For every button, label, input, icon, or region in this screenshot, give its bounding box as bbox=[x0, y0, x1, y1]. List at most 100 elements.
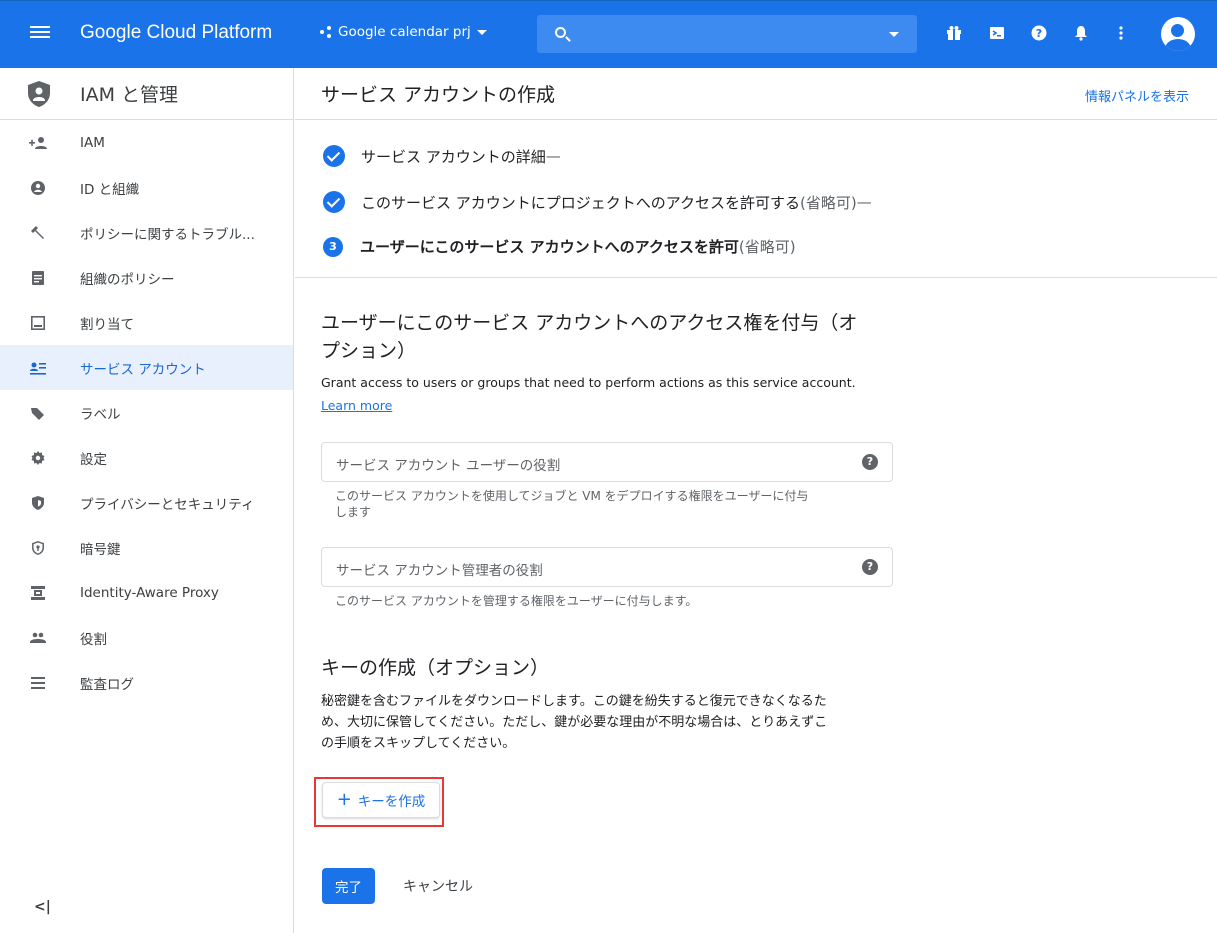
brand-title[interactable]: Google Cloud Platform bbox=[80, 22, 272, 44]
check-circle-icon bbox=[323, 145, 345, 167]
grant-title-line-1: ユーザーにこのサービス アカウントへのアクセス権を付与（オ bbox=[321, 312, 858, 334]
learn-more-link[interactable]: Learn more bbox=[321, 398, 392, 413]
search-dropdown-icon[interactable] bbox=[889, 32, 899, 37]
collapse-sidebar-icon[interactable]: <| bbox=[34, 899, 51, 915]
done-button[interactable]: 完了 bbox=[322, 868, 375, 904]
account-circle-icon bbox=[28, 178, 48, 198]
proxy-icon bbox=[28, 583, 48, 603]
cloud-shell-icon[interactable] bbox=[989, 25, 1005, 41]
step-label: このサービス アカウントにプロジェクトへのアクセスを許可する bbox=[361, 193, 801, 212]
key-shield-icon bbox=[28, 538, 48, 558]
key-desc-line-3: の手順をスキップしてください。 bbox=[321, 736, 516, 751]
quota-icon bbox=[28, 313, 48, 333]
sidebar-header: IAM と管理 bbox=[0, 68, 293, 120]
sidebar-item-label: IAM bbox=[80, 134, 105, 151]
hamburger-menu-icon[interactable] bbox=[30, 23, 50, 43]
sidebar-item-org-policies[interactable]: 組織のポリシー bbox=[0, 255, 293, 300]
field-placeholder: サービス アカウント管理者の役割 bbox=[336, 563, 543, 579]
add-person-icon bbox=[28, 133, 48, 153]
account-avatar-icon[interactable] bbox=[1161, 17, 1195, 51]
main-content: サービス アカウントの作成 情報パネルを表示 サービス アカウントの詳細 — こ… bbox=[295, 68, 1217, 933]
hint-line-1: このサービス アカウントを使用してジョブと VM をデプロイする権限をユーザーに… bbox=[335, 489, 809, 503]
step-optional: (省略可) bbox=[800, 193, 857, 212]
sidebar-item-label: 役割 bbox=[80, 631, 107, 648]
notifications-icon[interactable] bbox=[1073, 25, 1089, 41]
grant-title-line-2: プション） bbox=[321, 340, 417, 362]
step-2[interactable]: このサービス アカウントにプロジェクトへのアクセスを許可する (省略可) — bbox=[323, 191, 872, 213]
sidebar-item-policy-troubleshooter[interactable]: ポリシーに関するトラブル... bbox=[0, 210, 293, 255]
create-key-button[interactable]: + キーを作成 bbox=[322, 782, 440, 818]
key-desc-line-2: め、大切に保管してください。ただし、鍵が必要な理由が不明な場合は、とりあえずこ bbox=[321, 715, 828, 730]
step-suffix: — bbox=[545, 147, 561, 165]
step-1[interactable]: サービス アカウントの詳細 — bbox=[323, 145, 561, 167]
project-dots-icon bbox=[320, 25, 332, 39]
sidebar-item-label: ID と組織 bbox=[80, 181, 140, 198]
grant-section-title: ユーザーにこのサービス アカウントへのアクセス権を付与（オ プション） bbox=[321, 309, 857, 365]
plus-icon: + bbox=[336, 789, 352, 810]
iam-shield-icon bbox=[28, 81, 50, 107]
sidebar-item-label: ラベル bbox=[80, 406, 121, 423]
hint-line-2: します bbox=[335, 505, 372, 519]
wrench-icon bbox=[28, 223, 48, 243]
sidebar-item-label: 組織のポリシー bbox=[80, 271, 175, 288]
search-icon bbox=[555, 27, 566, 38]
service-account-admin-role-field[interactable]: サービス アカウント管理者の役割 ? bbox=[321, 547, 893, 587]
top-app-bar: Google Cloud Platform Google calendar pr… bbox=[0, 0, 1217, 68]
sidebar-title: IAM と管理 bbox=[80, 84, 179, 106]
sidebar-item-label: 割り当て bbox=[80, 316, 134, 333]
sidebar-item-label: ポリシーに関するトラブル... bbox=[80, 226, 255, 243]
document-icon bbox=[28, 268, 48, 288]
field-hint: このサービス アカウントを管理する権限をユーザーに付与します。 bbox=[335, 594, 698, 608]
shield-icon bbox=[28, 493, 48, 513]
sidebar-item-label: 監査ログ bbox=[80, 676, 134, 693]
step-label: ユーザーにこのサービス アカウントへのアクセスを許可 bbox=[360, 238, 739, 256]
gift-icon[interactable] bbox=[946, 25, 962, 41]
chevron-down-icon bbox=[476, 29, 487, 35]
key-section-description: 秘密鍵を含むファイルをダウンロードします。この鍵を紛失すると復元できなくなるた … bbox=[321, 691, 896, 754]
check-circle-icon bbox=[323, 191, 345, 213]
sidebar-item-settings[interactable]: 設定 bbox=[0, 435, 293, 480]
step-3[interactable]: 3 ユーザーにこのサービス アカウントへのアクセスを許可 (省略可) bbox=[323, 236, 796, 257]
sidebar-item-iam[interactable]: IAM bbox=[0, 120, 293, 165]
grant-description: Grant access to users or groups that nee… bbox=[321, 375, 856, 390]
sidebar-item-cryptographic-keys[interactable]: 暗号鍵 bbox=[0, 525, 293, 570]
help-icon[interactable]: ? bbox=[1031, 25, 1047, 41]
sidebar-item-label: Identity-Aware Proxy bbox=[80, 584, 219, 601]
more-vert-icon[interactable] bbox=[1113, 25, 1129, 41]
search-bar[interactable] bbox=[537, 15, 917, 53]
field-placeholder: サービス アカウント ユーザーの役割 bbox=[336, 458, 561, 474]
key-section-title: キーの作成（オプション） bbox=[321, 657, 550, 679]
service-account-icon bbox=[28, 358, 48, 378]
sidebar-item-label: 設定 bbox=[80, 451, 107, 468]
sidebar-item-roles[interactable]: 役割 bbox=[0, 615, 293, 660]
page-header: サービス アカウントの作成 情報パネルを表示 bbox=[295, 68, 1217, 120]
help-icon[interactable]: ? bbox=[862, 454, 878, 470]
sidebar-item-service-accounts[interactable]: サービス アカウント bbox=[0, 345, 293, 390]
project-selector[interactable]: Google calendar prj bbox=[320, 24, 487, 40]
page-title: サービス アカウントの作成 bbox=[321, 84, 556, 106]
create-key-label: キーを作成 bbox=[357, 794, 426, 810]
key-desc-line-1: 秘密鍵を含むファイルをダウンロードします。この鍵を紛失すると復元できなくなるた bbox=[321, 694, 827, 709]
sidebar-item-privacy-security[interactable]: プライバシーとセキュリティ bbox=[0, 480, 293, 525]
label-icon bbox=[28, 403, 48, 423]
show-info-panel-link[interactable]: 情報パネルを表示 bbox=[1085, 86, 1189, 105]
step-label: サービス アカウントの詳細 bbox=[361, 147, 546, 166]
sidebar-item-identity-aware-proxy[interactable]: Identity-Aware Proxy bbox=[0, 570, 293, 615]
project-name: Google calendar prj bbox=[338, 24, 471, 40]
step-suffix: — bbox=[856, 193, 872, 211]
field-hint: このサービス アカウントを使用してジョブと VM をデプロイする権限をユーザーに… bbox=[335, 488, 875, 520]
sidebar-item-identity[interactable]: ID と組織 bbox=[0, 165, 293, 210]
sidebar-item-label: プライバシーとセキュリティ bbox=[80, 496, 255, 513]
sidebar-item-quotas[interactable]: 割り当て bbox=[0, 300, 293, 345]
stepper: サービス アカウントの詳細 — このサービス アカウントにプロジェクトへのアクセ… bbox=[295, 120, 1217, 278]
cancel-button[interactable]: キャンセル bbox=[403, 876, 473, 896]
sidebar-item-audit-logs[interactable]: 監査ログ bbox=[0, 660, 293, 705]
step-number-badge: 3 bbox=[323, 236, 343, 257]
gear-icon bbox=[28, 448, 48, 468]
roles-icon bbox=[28, 628, 48, 648]
sidebar: IAM と管理 IAM ID と組織 ポリシーに関するトラブル... 組織のポリ… bbox=[0, 68, 294, 933]
step-optional: (省略可) bbox=[738, 238, 796, 256]
sidebar-item-labels[interactable]: ラベル bbox=[0, 390, 293, 435]
service-account-user-role-field[interactable]: サービス アカウント ユーザーの役割 ? bbox=[321, 442, 893, 482]
help-icon[interactable]: ? bbox=[862, 559, 878, 575]
